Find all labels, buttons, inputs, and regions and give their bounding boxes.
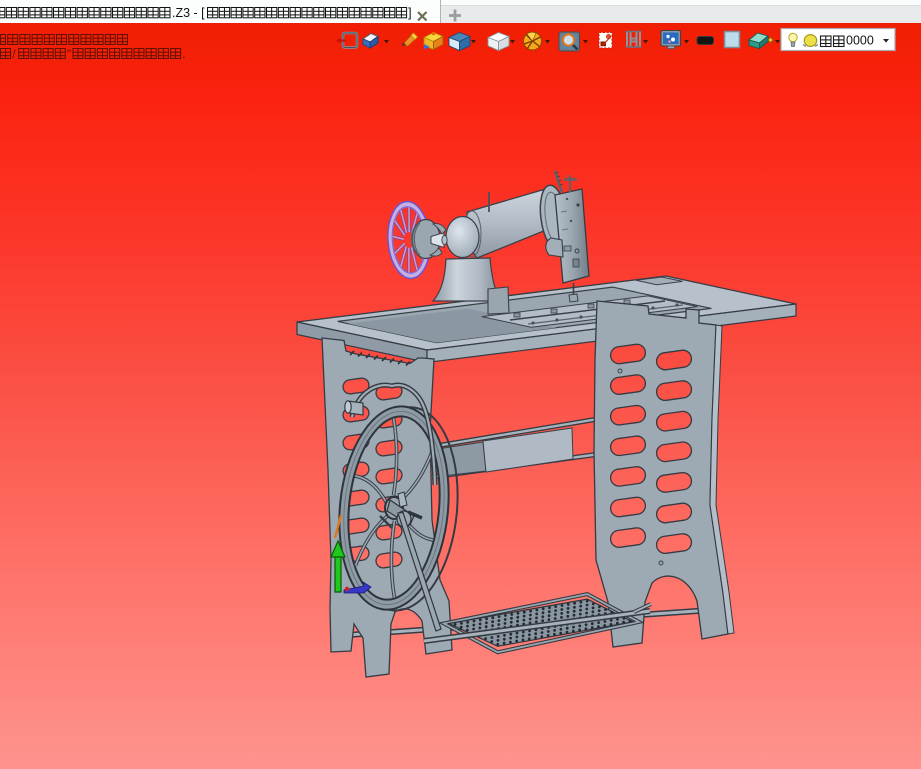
svg-text:0000: 0000: [846, 34, 874, 48]
